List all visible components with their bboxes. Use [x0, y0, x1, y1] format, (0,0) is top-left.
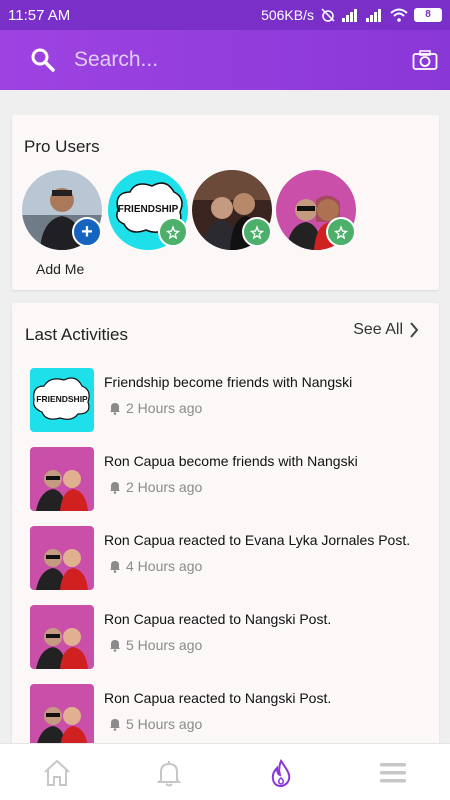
alarm-off-icon: [321, 8, 335, 22]
svg-text:FRIENDSHIP: FRIENDSHIP: [118, 204, 179, 215]
bell-icon: [110, 719, 120, 731]
activity-thumb: [30, 684, 94, 748]
chevron-right-icon: [410, 322, 419, 338]
pro-star-badge: [158, 217, 188, 247]
pro-star-badge: [326, 217, 356, 247]
status-icons: 506KB/s 8: [261, 7, 442, 23]
pro-users-title: Pro Users: [24, 137, 100, 156]
activity-text: Ron Capua become friends with Nangski: [104, 453, 358, 469]
activity-time-label: 4 Hours ago: [126, 558, 203, 574]
flame-icon[interactable]: [266, 758, 296, 788]
last-activities-card: Last Activities See All FRIENDSHIP Frien…: [12, 303, 439, 763]
activity-time-label: 5 Hours ago: [126, 716, 203, 732]
activity-time: 2 Hours ago: [108, 479, 202, 495]
search-input[interactable]: [74, 44, 374, 76]
activity-time-label: 2 Hours ago: [126, 400, 203, 416]
activity-thumb: [30, 605, 94, 669]
activity-time: 4 Hours ago: [108, 558, 202, 574]
signal-icon: [342, 9, 357, 22]
activity-time-label: 2 Hours ago: [126, 479, 203, 495]
menu-icon[interactable]: [378, 758, 408, 788]
add-me-label[interactable]: Add Me: [36, 261, 84, 277]
bottom-nav: [0, 743, 450, 800]
activity-thumb: FRIENDSHIP: [30, 368, 94, 432]
bell-icon: [110, 482, 120, 494]
activity-item[interactable]: Ron Capua reacted to Nangski Post. 5 Hou…: [30, 684, 430, 748]
activity-item[interactable]: Ron Capua reacted to Nangski Post. 5 Hou…: [30, 605, 430, 669]
wifi-icon: [390, 8, 408, 22]
bell-icon: [110, 561, 120, 573]
sparkle-star-icon: [165, 225, 181, 240]
last-activities-title: Last Activities: [25, 325, 128, 344]
home-icon[interactable]: [42, 758, 72, 788]
couple-christmas-photo: [30, 526, 94, 590]
activity-text: Ron Capua reacted to Evana Lyka Jornales…: [104, 532, 411, 548]
signal-icon-2: [366, 9, 381, 22]
activity-item[interactable]: FRIENDSHIP Friendship become friends wit…: [30, 368, 430, 432]
see-all-button[interactable]: See All: [353, 321, 419, 339]
activity-thumb: [30, 526, 94, 590]
friendship-logo: FRIENDSHIP: [30, 368, 94, 432]
status-time: 11:57 AM: [8, 7, 71, 24]
activity-time: 5 Hours ago: [108, 637, 202, 653]
couple-christmas-photo: [30, 447, 94, 511]
sparkle-star-icon: [249, 225, 265, 240]
network-speed: 506KB/s: [261, 7, 314, 23]
search-header: [0, 30, 450, 90]
search-icon[interactable]: [30, 47, 56, 73]
activity-text: Friendship become friends with Nangski: [104, 374, 353, 390]
activity-time: 2 Hours ago: [108, 400, 202, 416]
activity-text: Ron Capua reacted to Nangski Post.: [104, 690, 332, 706]
pro-users-card: Pro Users + FRIENDSHIP Add Me: [12, 115, 439, 290]
activity-text: Ron Capua reacted to Nangski Post.: [104, 611, 332, 627]
activity-item[interactable]: Ron Capua reacted to Evana Lyka Jornales…: [30, 526, 430, 590]
camera-icon[interactable]: [412, 49, 438, 71]
pro-star-badge: [242, 217, 272, 247]
bell-icon: [110, 403, 120, 415]
activity-time: 5 Hours ago: [108, 716, 202, 732]
bell-icon[interactable]: [154, 758, 184, 788]
add-me-plus-badge[interactable]: +: [72, 217, 102, 247]
activity-time-label: 5 Hours ago: [126, 637, 203, 653]
svg-text:FRIENDSHIP: FRIENDSHIP: [36, 394, 88, 404]
activity-item[interactable]: Ron Capua become friends with Nangski 2 …: [30, 447, 430, 511]
battery-icon: 8: [414, 8, 442, 22]
see-all-label: See All: [353, 321, 403, 338]
couple-christmas-photo: [30, 605, 94, 669]
activity-thumb: [30, 447, 94, 511]
bell-icon: [110, 640, 120, 652]
sparkle-star-icon: [333, 225, 349, 240]
couple-christmas-photo: [30, 684, 94, 748]
status-bar: 11:57 AM 506KB/s 8: [0, 0, 450, 30]
